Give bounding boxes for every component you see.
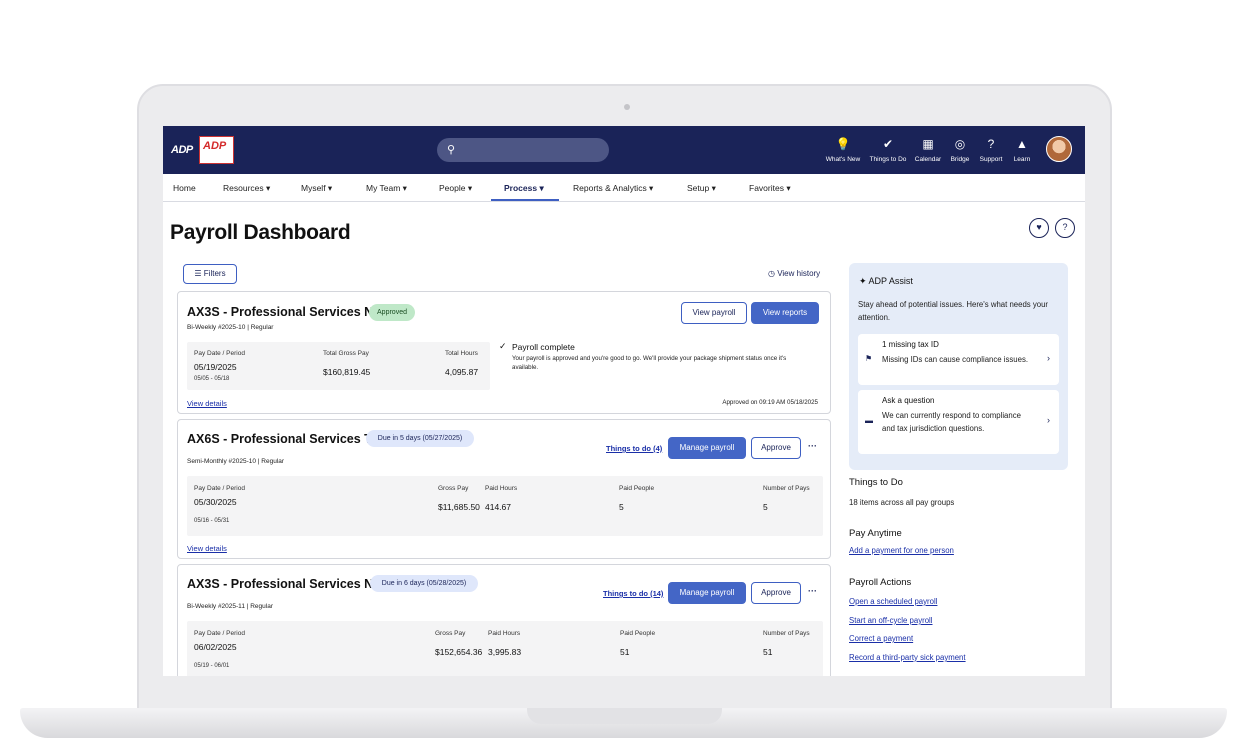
payroll-card: AX6S - Professional Services T... Due in… xyxy=(177,419,831,559)
things-to-do-heading: Things to Do xyxy=(849,477,903,488)
payroll-group-title[interactable]: AX3S - Professional Services N... xyxy=(187,305,384,319)
search-input[interactable]: ⚲ xyxy=(437,138,609,162)
page-title: Payroll Dashboard xyxy=(170,221,351,244)
assist-item-missing-tax-id[interactable]: ⚑ 1 missing tax ID Missing IDs can cause… xyxy=(858,334,1059,385)
approved-on-text: Approved on 09:19 AM 05/18/2025 xyxy=(722,399,818,406)
payroll-stats: Pay Date / Period 06/02/2025 05/19 - 06/… xyxy=(187,621,823,676)
approve-button[interactable]: Approve xyxy=(751,582,801,604)
pay-date: 06/02/2025 xyxy=(194,642,237,652)
pay-period: 05/05 - 05/18 xyxy=(194,376,230,382)
view-payroll-button[interactable]: View payroll xyxy=(681,302,747,324)
nav-process[interactable]: Process ▾ xyxy=(504,183,544,194)
payroll-group-title[interactable]: AX3S - Professional Services N... xyxy=(187,577,384,591)
paid-people: 5 xyxy=(619,502,624,512)
flag-icon: ⚑ xyxy=(865,354,873,363)
nav-my-team[interactable]: My Team ▾ xyxy=(366,183,407,194)
camera-dot xyxy=(624,104,630,110)
paid-people: 51 xyxy=(620,647,630,657)
chevron-right-icon: › xyxy=(1047,353,1050,363)
status-badge: Due in 5 days (05/27/2025) xyxy=(366,430,474,447)
gross-pay: $160,819.45 xyxy=(323,367,371,377)
more-options-icon[interactable]: ··· xyxy=(808,441,817,451)
learn-button[interactable]: ▲ Learn xyxy=(1002,136,1042,163)
payroll-subline: Bi-Weekly #2025-10 | Regular xyxy=(187,324,274,331)
payroll-complete-text: Your payroll is approved and you're good… xyxy=(512,355,787,371)
pay-anytime-heading: Pay Anytime xyxy=(849,528,902,539)
things-to-do-count: 18 items across all pay groups xyxy=(849,498,955,507)
adp-logo[interactable]: ADP xyxy=(171,144,193,156)
assist-title: ✦ ADP Assist xyxy=(859,276,913,286)
payroll-stats: Pay Date / Period 05/19/2025 05/05 - 05/… xyxy=(187,342,490,390)
active-tab-indicator xyxy=(491,199,559,201)
assist-item-ask-question[interactable]: ▬ Ask a question We can currently respon… xyxy=(858,390,1059,454)
chat-icon: ▬ xyxy=(865,416,873,425)
nav-setup[interactable]: Setup ▾ xyxy=(687,183,716,194)
chevron-right-icon: › xyxy=(1047,415,1050,425)
gross-pay: $11,685.50 xyxy=(438,502,480,512)
nav-resources[interactable]: Resources ▾ xyxy=(223,183,270,194)
gross-pay: $152,654.36 xyxy=(435,647,483,657)
app-screen: ADP ADP ⚲ 💡 What's New ✔ Things to Do ▦ … xyxy=(163,126,1085,676)
status-badge: Due in 6 days (05/28/2025) xyxy=(370,575,478,592)
assist-description: Stay ahead of potential issues. Here's w… xyxy=(858,300,1049,322)
total-hours: 4,095.87 xyxy=(445,367,479,377)
view-details-link[interactable]: View details xyxy=(187,544,227,553)
graduation-cap-icon: ▲ xyxy=(1016,137,1028,151)
number-of-pays: 51 xyxy=(763,647,773,657)
help-icon: ? xyxy=(1062,222,1068,232)
approve-button[interactable]: Approve xyxy=(751,437,801,459)
heart-icon: ♥ xyxy=(1036,222,1042,232)
laptop-notch xyxy=(527,708,722,724)
paid-hours: 3,995.83 xyxy=(488,647,522,657)
payroll-complete-title: Payroll complete xyxy=(512,342,575,352)
whats-new-button[interactable]: 💡 What's New xyxy=(823,136,863,163)
payroll-actions-heading: Payroll Actions xyxy=(849,577,912,588)
add-payment-link[interactable]: Add a payment for one person xyxy=(849,546,954,555)
help-button[interactable]: ? xyxy=(1055,218,1075,238)
view-reports-button[interactable]: View reports xyxy=(751,302,819,324)
nav-reports-analytics[interactable]: Reports & Analytics ▾ xyxy=(573,183,653,194)
main-nav: Home Resources ▾ Myself ▾ My Team ▾ Peop… xyxy=(163,174,1085,202)
lightbulb-icon: 💡 xyxy=(835,137,851,151)
pay-period: 05/19 - 06/01 xyxy=(194,663,230,669)
nav-home[interactable]: Home xyxy=(173,183,196,193)
number-of-pays: 5 xyxy=(763,502,768,512)
search-icon: ⚲ xyxy=(447,144,456,156)
pay-date: 05/30/2025 xyxy=(194,497,237,507)
payroll-stats: Pay Date / Period 05/30/2025 05/16 - 05/… xyxy=(187,476,823,536)
things-to-do-link[interactable]: Things to do (14) xyxy=(603,589,663,598)
payroll-subline: Bi-Weekly #2025-11 | Regular xyxy=(187,603,273,610)
nav-favorites[interactable]: Favorites ▾ xyxy=(749,183,791,194)
more-options-icon[interactable]: ··· xyxy=(808,586,817,596)
open-scheduled-payroll-link[interactable]: Open a scheduled payroll xyxy=(849,597,937,606)
avatar[interactable] xyxy=(1046,136,1072,162)
payroll-subline: Semi-Monthly #2025-10 | Regular xyxy=(187,458,285,465)
payroll-card: AX3S - Professional Services N... Approv… xyxy=(177,291,831,414)
view-details-link[interactable]: View details xyxy=(187,399,227,408)
favorite-button[interactable]: ♥ xyxy=(1029,218,1049,238)
check-badge-icon: ✔ xyxy=(882,137,894,151)
filters-button[interactable]: ☰ Filters xyxy=(183,264,237,284)
things-to-do-button[interactable]: ✔ Things to Do xyxy=(868,136,908,163)
adp-assist-panel: ✦ ADP Assist Stay ahead of potential iss… xyxy=(849,263,1068,470)
payroll-group-title[interactable]: AX6S - Professional Services T... xyxy=(187,432,381,446)
manage-payroll-button[interactable]: Manage payroll xyxy=(668,582,746,604)
paid-hours: 414.67 xyxy=(485,502,511,512)
manage-payroll-button[interactable]: Manage payroll xyxy=(668,437,746,459)
top-bar: ADP ADP ⚲ 💡 What's New ✔ Things to Do ▦ … xyxy=(163,126,1085,174)
nav-myself[interactable]: Myself ▾ xyxy=(301,183,332,194)
nav-people[interactable]: People ▾ xyxy=(439,183,472,194)
things-to-do-link[interactable]: Things to do (4) xyxy=(606,444,662,453)
pay-period: 05/16 - 05/31 xyxy=(194,518,230,524)
correct-payment-link[interactable]: Correct a payment xyxy=(849,634,913,643)
status-badge: Approved xyxy=(369,304,415,321)
record-sick-payment-link[interactable]: Record a third-party sick payment xyxy=(849,653,966,662)
start-off-cycle-payroll-link[interactable]: Start an off-cycle payroll xyxy=(849,616,933,625)
checkmark-icon: ✓ xyxy=(499,341,507,351)
pay-date: 05/19/2025 xyxy=(194,362,237,372)
client-logo: ADP xyxy=(199,136,234,164)
payroll-card: AX3S - Professional Services N... Due in… xyxy=(177,564,831,676)
view-history-link[interactable]: ◷ View history xyxy=(768,269,820,278)
